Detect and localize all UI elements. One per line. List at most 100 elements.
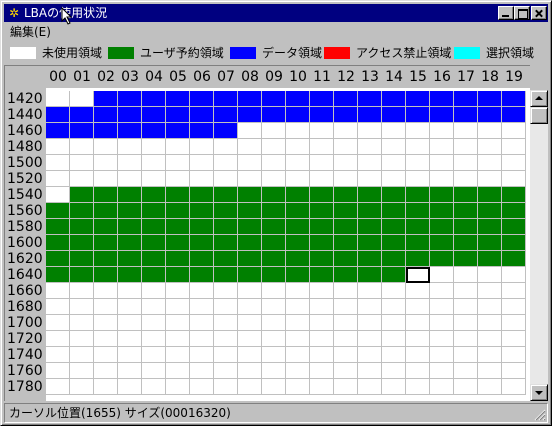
lba-cell[interactable] (166, 267, 190, 283)
lba-cell[interactable] (406, 187, 430, 203)
lba-cell[interactable] (286, 379, 310, 395)
lba-cell[interactable] (502, 315, 526, 331)
lba-cell[interactable] (238, 91, 262, 107)
lba-cell[interactable] (142, 299, 166, 315)
lba-cell[interactable] (502, 235, 526, 251)
lba-cell[interactable] (358, 139, 382, 155)
lba-cell[interactable] (454, 155, 478, 171)
lba-cell[interactable] (190, 155, 214, 171)
lba-cell[interactable] (166, 203, 190, 219)
lba-cell[interactable] (214, 235, 238, 251)
lba-cell[interactable] (46, 171, 70, 187)
lba-cell[interactable] (94, 139, 118, 155)
lba-cell[interactable] (382, 363, 406, 379)
lba-cell[interactable] (190, 235, 214, 251)
lba-cell[interactable] (70, 139, 94, 155)
lba-cell[interactable] (238, 347, 262, 363)
lba-cell[interactable] (406, 139, 430, 155)
lba-cell[interactable] (358, 315, 382, 331)
lba-cell[interactable] (358, 123, 382, 139)
lba-cell[interactable] (406, 283, 430, 299)
lba-cell[interactable] (190, 91, 214, 107)
lba-cell[interactable] (358, 299, 382, 315)
lba-cell[interactable] (142, 91, 166, 107)
lba-cell[interactable] (166, 251, 190, 267)
lba-cell[interactable] (286, 235, 310, 251)
lba-cell[interactable] (190, 331, 214, 347)
lba-cell[interactable] (334, 187, 358, 203)
lba-cell[interactable] (238, 203, 262, 219)
lba-cell[interactable] (382, 315, 406, 331)
lba-cell[interactable] (502, 379, 526, 395)
lba-cell[interactable] (310, 219, 334, 235)
lba-cell[interactable] (238, 123, 262, 139)
lba-cell[interactable] (334, 379, 358, 395)
lba-cell[interactable] (94, 235, 118, 251)
lba-cell[interactable] (382, 267, 406, 283)
lba-cell[interactable] (358, 187, 382, 203)
lba-cell[interactable] (310, 107, 334, 123)
lba-cell[interactable] (334, 235, 358, 251)
lba-cell[interactable] (166, 219, 190, 235)
gear-icon[interactable]: ✲ (7, 6, 21, 20)
lba-cell[interactable] (382, 331, 406, 347)
lba-cell[interactable] (430, 91, 454, 107)
lba-cell[interactable] (478, 363, 502, 379)
maximize-button[interactable] (514, 6, 530, 20)
lba-cell[interactable] (142, 123, 166, 139)
lba-cell[interactable] (118, 251, 142, 267)
lba-cell[interactable] (334, 299, 358, 315)
lba-cell[interactable] (334, 107, 358, 123)
scroll-down-button[interactable] (530, 384, 548, 401)
lba-cell[interactable] (94, 283, 118, 299)
lba-cell[interactable] (478, 219, 502, 235)
lba-cell[interactable] (166, 363, 190, 379)
lba-cell[interactable] (430, 155, 454, 171)
lba-cell[interactable] (262, 91, 286, 107)
lba-cell[interactable] (478, 331, 502, 347)
lba-cell[interactable] (334, 283, 358, 299)
lba-cell[interactable] (238, 187, 262, 203)
lba-cell[interactable] (502, 91, 526, 107)
scroll-up-button[interactable] (530, 90, 548, 107)
lba-cell[interactable] (334, 219, 358, 235)
lba-cell[interactable] (94, 299, 118, 315)
lba-cell[interactable] (286, 171, 310, 187)
lba-cell[interactable] (190, 363, 214, 379)
lba-cell[interactable] (94, 315, 118, 331)
lba-cell[interactable] (190, 379, 214, 395)
lba-cell[interactable] (118, 235, 142, 251)
lba-cell[interactable] (142, 139, 166, 155)
lba-cell[interactable] (478, 171, 502, 187)
lba-cell[interactable] (214, 347, 238, 363)
lba-cell[interactable] (286, 363, 310, 379)
lba-cell[interactable] (118, 379, 142, 395)
lba-cell[interactable] (46, 283, 70, 299)
lba-cell[interactable] (190, 283, 214, 299)
resize-grip-icon[interactable] (534, 409, 546, 421)
lba-cell[interactable] (70, 331, 94, 347)
lba-cell[interactable] (94, 91, 118, 107)
lba-cell[interactable] (238, 315, 262, 331)
lba-cell[interactable] (118, 107, 142, 123)
lba-cell[interactable] (118, 267, 142, 283)
lba-cell[interactable] (118, 139, 142, 155)
lba-cell[interactable] (286, 267, 310, 283)
lba-cell[interactable] (310, 347, 334, 363)
lba-cell[interactable] (118, 187, 142, 203)
lba-cell[interactable] (46, 363, 70, 379)
lba-cell[interactable] (406, 219, 430, 235)
lba-cell[interactable] (334, 363, 358, 379)
lba-cell[interactable] (310, 283, 334, 299)
lba-cell[interactable] (190, 347, 214, 363)
lba-cell[interactable] (94, 171, 118, 187)
lba-cell[interactable] (502, 219, 526, 235)
lba-cell[interactable] (190, 171, 214, 187)
lba-cell[interactable] (166, 123, 190, 139)
lba-cell[interactable] (118, 315, 142, 331)
lba-cell[interactable] (70, 283, 94, 299)
lba-cell[interactable] (406, 107, 430, 123)
lba-cell[interactable] (46, 331, 70, 347)
lba-cell[interactable] (334, 331, 358, 347)
lba-cell[interactable] (70, 171, 94, 187)
